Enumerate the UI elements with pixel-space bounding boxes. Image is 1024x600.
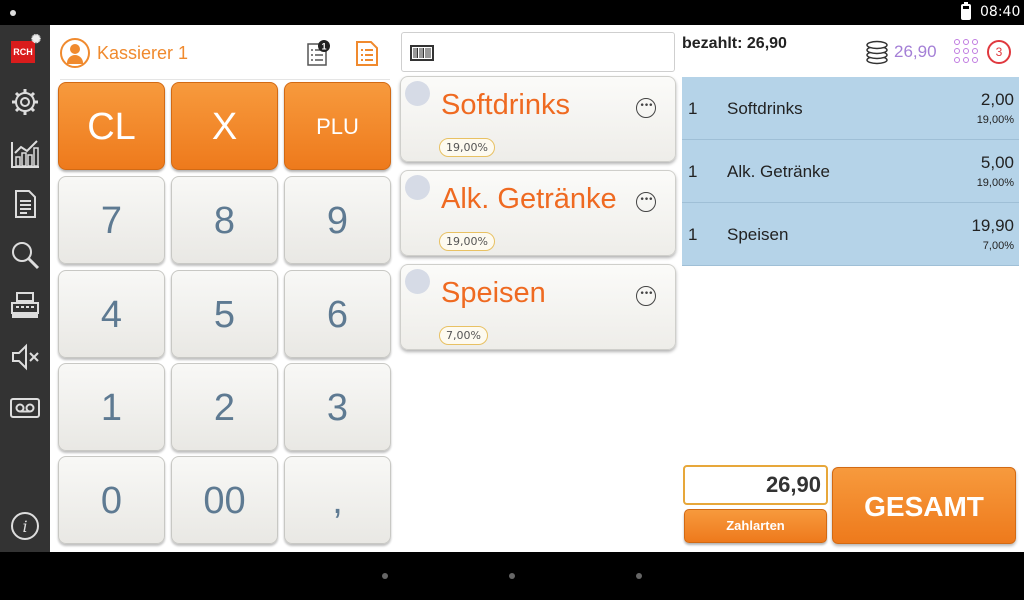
category-select-indicator[interactable] bbox=[405, 175, 430, 200]
nav-back-button[interactable] bbox=[382, 573, 388, 579]
cash-register-icon[interactable] bbox=[9, 289, 41, 321]
nav-recents-button[interactable] bbox=[636, 573, 642, 579]
receipt-row[interactable]: 1 Speisen 19,90 7,00% bbox=[682, 203, 1019, 266]
receipt-item: Speisen bbox=[727, 225, 789, 244]
key-1[interactable]: 1 bbox=[58, 363, 165, 451]
barcode-icon bbox=[410, 45, 434, 61]
paid-amount-label: bezahlt: 26,90 bbox=[682, 35, 787, 52]
logo-spark-icon: ✺ bbox=[31, 32, 42, 46]
more-options-icon[interactable]: ••• bbox=[636, 192, 656, 212]
document-icon[interactable] bbox=[9, 188, 41, 220]
category-name: Speisen bbox=[441, 277, 546, 309]
tax-rate-badge: 19,00% bbox=[439, 138, 495, 157]
more-options-icon[interactable]: ••• bbox=[636, 286, 656, 306]
total-amount-field[interactable]: 26,90 bbox=[683, 465, 828, 505]
key-4[interactable]: 4 bbox=[58, 270, 165, 358]
receipt-row[interactable]: 1 Alk. Getränke 5,00 19,00% bbox=[682, 140, 1019, 203]
info-icon[interactable]: i bbox=[9, 510, 41, 542]
category-alk-getraenke[interactable]: Alk. Getränke ••• 19,00% bbox=[400, 170, 676, 256]
more-options-icon[interactable]: ••• bbox=[636, 98, 656, 118]
receipt-item: Alk. Getränke bbox=[727, 162, 830, 181]
coins-icon[interactable] bbox=[865, 39, 889, 65]
receipt-item: Softdrinks bbox=[727, 99, 803, 118]
tax-rate-badge: 19,00% bbox=[439, 232, 495, 251]
key-comma[interactable]: , bbox=[284, 456, 391, 544]
user-avatar-icon bbox=[60, 38, 90, 68]
voicemail-icon[interactable] bbox=[9, 392, 41, 424]
barcode-input[interactable] bbox=[401, 32, 675, 72]
speaker-mute-icon[interactable] bbox=[9, 341, 41, 373]
checklist-icon[interactable]: 1 bbox=[306, 39, 332, 67]
navigation-bar bbox=[0, 552, 1024, 600]
search-icon[interactable] bbox=[9, 239, 41, 271]
total-button[interactable]: GESAMT bbox=[832, 467, 1016, 544]
key-00[interactable]: 00 bbox=[171, 456, 278, 544]
key-3[interactable]: 3 bbox=[284, 363, 391, 451]
category-select-indicator[interactable] bbox=[405, 269, 430, 294]
clear-button[interactable]: CL bbox=[58, 82, 165, 170]
nav-home-button[interactable] bbox=[509, 573, 515, 579]
key-6[interactable]: 6 bbox=[284, 270, 391, 358]
category-select-indicator[interactable] bbox=[405, 81, 430, 106]
receipt-list: 1 Softdrinks 2,00 19,00% 1 Alk. Getränke… bbox=[682, 77, 1019, 266]
receipt-qty: 1 bbox=[688, 225, 698, 244]
key-9[interactable]: 9 bbox=[284, 176, 391, 264]
category-speisen[interactable]: Speisen ••• 7,00% bbox=[400, 264, 676, 350]
cashier-name: Kassierer 1 bbox=[97, 42, 189, 63]
table-grid-icon[interactable] bbox=[954, 39, 980, 65]
tax-rate-badge: 7,00% bbox=[439, 326, 488, 345]
receipt-price: 2,00 bbox=[980, 90, 1014, 109]
key-0[interactable]: 0 bbox=[58, 456, 165, 544]
notification-badge[interactable]: 3 bbox=[987, 40, 1011, 64]
category-softdrinks[interactable]: Softdrinks ••• 19,00% bbox=[400, 76, 676, 162]
receipt-tax-rate: 19,00% bbox=[976, 177, 1014, 189]
notification-dot bbox=[10, 10, 16, 16]
svg-text:i: i bbox=[22, 517, 27, 536]
receipt-price: 19,90 bbox=[971, 216, 1014, 235]
logo-text: RCH bbox=[13, 47, 33, 57]
gear-icon[interactable] bbox=[9, 86, 41, 118]
rch-logo: RCH ✺ bbox=[11, 33, 41, 63]
list-badge-count: 1 bbox=[321, 42, 326, 52]
status-time: 08:40 bbox=[980, 4, 1021, 20]
category-name: Softdrinks bbox=[441, 89, 570, 121]
category-name: Alk. Getränke bbox=[441, 183, 617, 215]
coin-total: 26,90 bbox=[894, 42, 937, 61]
sidebar: RCH ✺ i bbox=[0, 25, 50, 552]
receipt-row[interactable]: 1 Softdrinks 2,00 19,00% bbox=[682, 77, 1019, 140]
main-area: Kassierer 1 1 CL X PLU 7 8 9 4 5 6 1 2 3… bbox=[50, 25, 1024, 552]
receipt-tax-rate: 7,00% bbox=[982, 240, 1014, 252]
multiply-button[interactable]: X bbox=[171, 82, 278, 170]
status-bar: 08:40 bbox=[0, 0, 1024, 25]
receipt-price: 5,00 bbox=[980, 153, 1014, 172]
header-divider bbox=[60, 79, 390, 80]
key-2[interactable]: 2 bbox=[171, 363, 278, 451]
order-list-icon[interactable] bbox=[354, 39, 380, 67]
cashier-selector[interactable]: Kassierer 1 bbox=[60, 37, 188, 69]
battery-icon bbox=[961, 2, 971, 20]
receipt-qty: 1 bbox=[688, 162, 698, 181]
key-8[interactable]: 8 bbox=[171, 176, 278, 264]
key-5[interactable]: 5 bbox=[171, 270, 278, 358]
key-7[interactable]: 7 bbox=[58, 176, 165, 264]
receipt-tax-rate: 19,00% bbox=[976, 114, 1014, 126]
app-root: 08:40 RCH ✺ i Kassierer 1 1 CL X PLU 7 8… bbox=[0, 0, 1024, 600]
plu-button[interactable]: PLU bbox=[284, 82, 391, 170]
receipt-qty: 1 bbox=[688, 99, 698, 118]
payment-methods-button[interactable]: Zahlarten bbox=[684, 509, 827, 543]
chart-icon[interactable] bbox=[9, 138, 41, 170]
